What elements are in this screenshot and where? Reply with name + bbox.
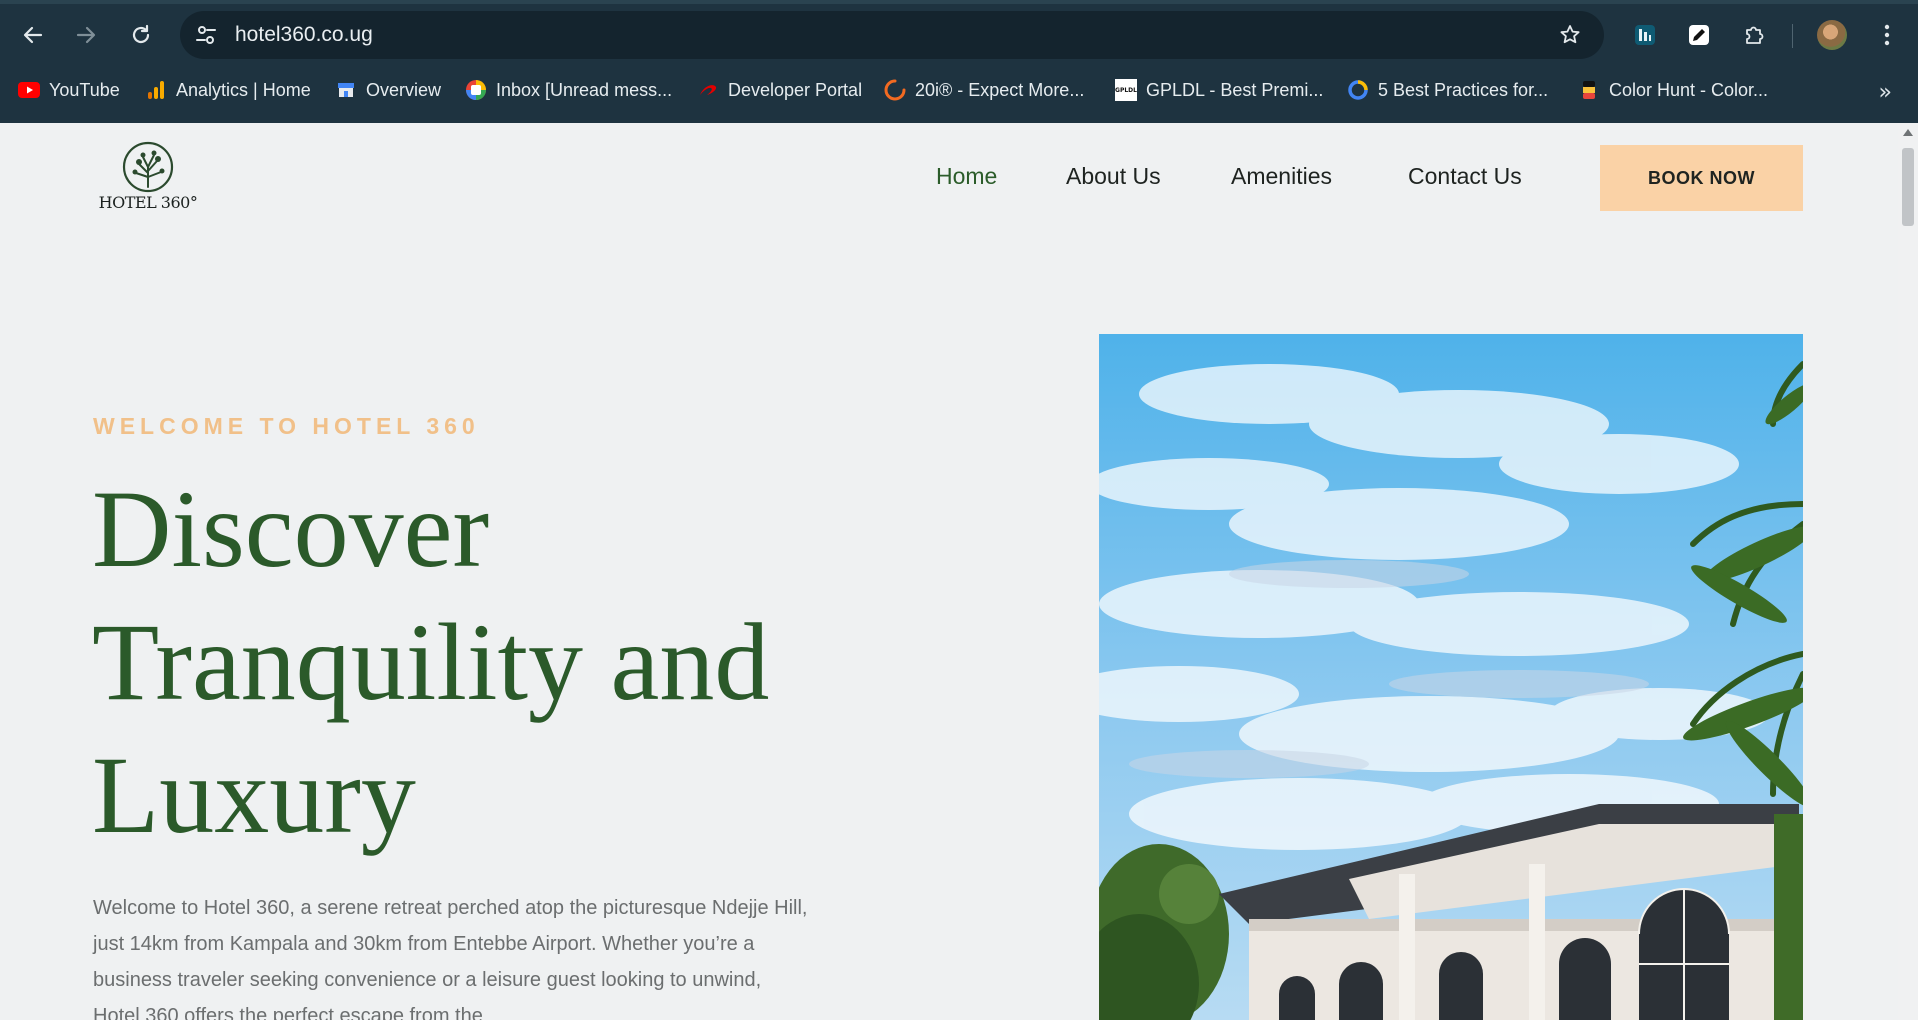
bookmark-label: GPLDL - Best Premi... (1146, 79, 1324, 100)
extensions-menu-button[interactable] (1737, 18, 1771, 52)
bookmark-label: Inbox [Unread mess... (496, 79, 673, 100)
toolbar-separator (1792, 24, 1793, 48)
tab-strip-edge (0, 0, 1918, 4)
hotel-building-photo (1099, 334, 1803, 1020)
bookmark-label: Color Hunt - Color... (1609, 79, 1769, 100)
gpldl-badge-text: GPLDL (1115, 86, 1137, 94)
nav-contact-us[interactable]: Contact Us (1408, 163, 1522, 190)
more-bookmarks-icon[interactable]: » (1879, 80, 1892, 105)
site-info-icon[interactable] (194, 23, 218, 47)
profile-avatar[interactable] (1817, 20, 1847, 50)
bookmark-best-practices[interactable]: 5 Best Practices for... (1347, 72, 1548, 108)
inbox-icon (465, 79, 487, 101)
reload-button[interactable] (124, 18, 158, 52)
book-now-button[interactable]: BOOK NOW (1600, 145, 1803, 211)
bookmark-label: YouTube (49, 79, 120, 100)
page-scrollbar[interactable] (1898, 123, 1918, 1020)
nav-about-us[interactable]: About Us (1066, 163, 1161, 190)
browser-menu-button[interactable] (1870, 18, 1904, 52)
gpldl-icon: GPLDL (1115, 79, 1137, 101)
bookmark-star-icon[interactable] (1558, 23, 1582, 47)
bookmark-overview[interactable]: Overview (335, 72, 441, 108)
nav-amenities[interactable]: Amenities (1231, 163, 1332, 190)
bookmark-color-hunt[interactable]: Color Hunt - Color... (1578, 72, 1768, 108)
extension-pen-icon (1689, 25, 1709, 45)
hero-paragraph: Welcome to Hotel 360, a serene retreat p… (93, 897, 808, 1020)
bookmarks-bar: YouTube Analytics | Home Overview Inbox … (0, 72, 1918, 108)
store-icon (335, 79, 357, 101)
extension-bars-icon (1635, 25, 1655, 45)
bookmark-developer-portal[interactable]: Developer Portal (697, 72, 862, 108)
forward-arrow-icon (76, 26, 96, 44)
bookmark-label: Developer Portal (728, 79, 863, 100)
forward-button[interactable] (69, 18, 103, 52)
nav-home[interactable]: Home (936, 163, 997, 190)
url-text[interactable]: hotel360.co.ug (235, 11, 373, 59)
extension-1-button[interactable] (1628, 18, 1662, 52)
youtube-icon (18, 79, 40, 101)
bookmark-inbox[interactable]: Inbox [Unread mess... (465, 72, 672, 108)
analytics-icon (145, 79, 167, 101)
browser-chrome: hotel360.co.ug YouTube Analytics | Home … (0, 0, 1918, 123)
ring-icon (1347, 79, 1369, 101)
address-bar[interactable]: hotel360.co.ug (180, 11, 1604, 59)
puzzle-icon (1746, 26, 1764, 44)
scroll-up-arrow-icon[interactable] (1903, 129, 1913, 136)
bookmark-analytics[interactable]: Analytics | Home (145, 72, 311, 108)
bookmark-gpldl[interactable]: GPLDL GPLDL - Best Premi... (1115, 72, 1323, 108)
airtel-icon (697, 79, 719, 101)
reload-icon (132, 24, 150, 44)
back-arrow-icon (23, 26, 43, 44)
scrollbar-thumb[interactable] (1902, 148, 1914, 226)
20i-icon (884, 79, 906, 101)
hero-headline: Discover Tranquility and Luxury (92, 468, 770, 856)
logo-wordmark: HOTEL 360° (98, 193, 198, 212)
kebab-menu-icon (1884, 24, 1890, 46)
bookmark-label: 5 Best Practices for... (1378, 79, 1549, 100)
hero-image (1099, 334, 1803, 1020)
bookmark-label: Overview (366, 79, 442, 100)
site-logo[interactable]: HOTEL 360° (96, 141, 200, 217)
bookmark-label: 20i® - Expect More... (915, 79, 1085, 100)
bookmark-20i[interactable]: 20i® - Expect More... (884, 72, 1084, 108)
welcome-eyebrow: WELCOME TO HOTEL 360 (93, 413, 480, 439)
webpage: HOTEL 360° Home About Us Amenities Conta… (0, 123, 1898, 1020)
extension-2-button[interactable] (1682, 18, 1716, 52)
bookmark-label: Analytics | Home (176, 79, 311, 100)
bookmark-youtube[interactable]: YouTube (18, 72, 120, 108)
back-button[interactable] (16, 18, 50, 52)
colorhunt-icon (1578, 79, 1600, 101)
tree-logo-icon (122, 141, 174, 193)
